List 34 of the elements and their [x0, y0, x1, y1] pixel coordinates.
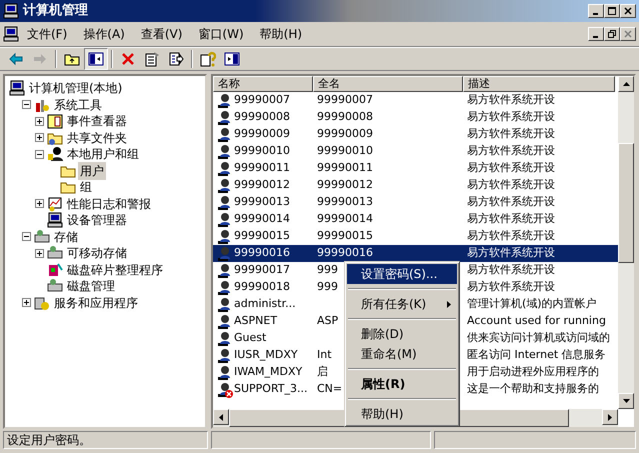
full-name-cell: CN=: [317, 382, 342, 396]
description-cell: 易方软件系统开设: [467, 280, 555, 294]
full-name-cell: 999: [317, 263, 338, 276]
description-cell: 易方软件系统开设: [467, 178, 555, 192]
description-cell: 匿名访问 Internet 信息服务: [467, 348, 606, 362]
description-cell: 管理计算机(域)的内置帐户: [467, 297, 597, 310]
description-cell: 易方软件系统开设: [467, 212, 555, 226]
window-title: 计算机管理: [23, 2, 88, 20]
description-cell: 用于启动进程外应用程序的: [467, 365, 599, 378]
description-cell: 供来宾访问计算机或访问域的: [467, 331, 610, 344]
full-name-cell: 99990014: [317, 212, 373, 226]
description-cell: 这是一个帮助和支持服务的: [467, 382, 599, 396]
full-name-cell: 99990015: [317, 229, 373, 242]
description-cell: 易方软件系统开设: [467, 229, 555, 242]
full-name-cell: 99990012: [317, 178, 373, 192]
full-name-cell: 99990007: [317, 93, 373, 106]
full-name-cell: 启: [317, 365, 328, 378]
description-cell: 易方软件系统开设: [467, 144, 555, 158]
full-name-cell: 99990013: [317, 195, 373, 208]
status-text: 设定用户密码。: [3, 431, 208, 449]
description-cell: 易方软件系统开设: [467, 93, 555, 106]
full-name-cell: 99990008: [317, 110, 373, 124]
description-cell: Account used for running: [467, 314, 606, 328]
full-name-cell: 999: [317, 280, 338, 294]
full-name-cell: ASP: [317, 314, 338, 328]
description-cell: 易方软件系统开设: [467, 195, 555, 208]
full-name-cell: 99990011: [317, 161, 373, 174]
description-cell: 易方软件系统开设: [467, 127, 555, 140]
full-name-cell: 99990009: [317, 127, 373, 140]
description-cell: 易方软件系统开设: [467, 263, 555, 276]
full-name-cell: 99990010: [317, 144, 373, 158]
full-name-cell: Int: [317, 348, 332, 362]
description-cell: 易方软件系统开设: [467, 110, 555, 124]
description-cell: 易方软件系统开设: [467, 161, 555, 174]
